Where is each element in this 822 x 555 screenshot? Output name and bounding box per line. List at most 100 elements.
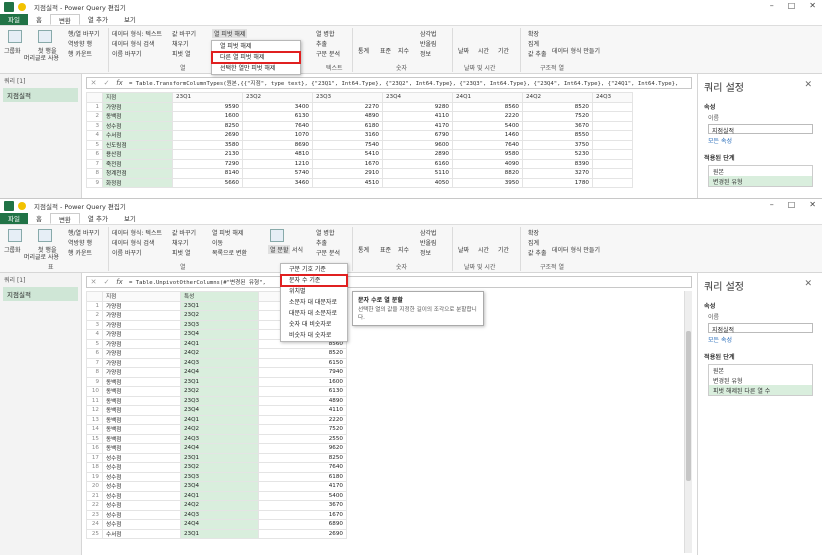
table-cell[interactable]: 가양점 [102, 357, 181, 368]
table-cell[interactable]: 23Q2 [180, 310, 259, 321]
column-header[interactable]: 23Q4 [382, 92, 453, 103]
table-cell[interactable]: 23Q1 [180, 452, 259, 463]
table-cell[interactable]: 수서점 [102, 130, 173, 141]
step-item[interactable]: 원본 [709, 166, 812, 176]
table-cell[interactable]: 8550 [522, 130, 593, 141]
table-cell[interactable]: 6790 [382, 130, 453, 141]
step-item[interactable]: 변경된 유형 [709, 375, 812, 385]
row-number[interactable]: 12 [86, 405, 103, 416]
table-cell[interactable]: 8560 [452, 101, 523, 112]
reverse-rows-button[interactable]: 역방향 행 [68, 39, 92, 48]
table-cell[interactable]: 1780 [522, 177, 593, 188]
data-type-dropdown[interactable]: 데이터 형식: 텍스트 [112, 29, 162, 38]
table-cell[interactable]: 3670 [258, 500, 347, 511]
column-header[interactable]: 지점 [102, 92, 173, 103]
row-number[interactable]: 5 [86, 139, 103, 150]
table-cell[interactable]: 5410 [312, 149, 383, 160]
table-cell[interactable]: 수서점 [102, 528, 181, 539]
table-cell[interactable]: 동백점 [102, 443, 181, 454]
row-number[interactable]: 5 [86, 338, 103, 349]
aggregate-button[interactable]: 집계 [528, 238, 539, 247]
table-cell[interactable]: 2270 [312, 101, 383, 112]
table-cell[interactable] [592, 111, 633, 122]
table-cell[interactable]: 24Q1 [180, 414, 259, 425]
row-number[interactable]: 1 [86, 300, 103, 311]
table-cell[interactable]: 6160 [382, 158, 453, 169]
table-cell[interactable]: 가양점 [102, 348, 181, 359]
table-cell[interactable]: 8520 [258, 348, 347, 359]
row-number[interactable]: 19 [86, 471, 103, 482]
table-cell[interactable]: 4170 [258, 481, 347, 492]
row-number[interactable]: 8 [86, 168, 103, 179]
table-cell[interactable]: 성수점 [102, 481, 181, 492]
tab-view[interactable]: 보기 [116, 213, 144, 224]
table-cell[interactable]: 23Q1 [180, 376, 259, 387]
unpivot-columns-button[interactable]: 열 피벗 해제 [212, 228, 243, 237]
table-cell[interactable]: 4110 [382, 111, 453, 122]
tab-home[interactable]: 홈 [28, 213, 50, 224]
all-properties-link[interactable]: 모든 속성 [698, 134, 822, 145]
table-cell[interactable]: 3270 [522, 168, 593, 179]
table-cell[interactable]: 9580 [452, 149, 523, 160]
aggregate-button[interactable]: 집계 [528, 39, 539, 48]
row-number[interactable]: 3 [86, 120, 103, 131]
formula-input[interactable]: = Table.UnpivotOtherColumns(#"변경된 유형", [126, 278, 691, 286]
table-cell[interactable]: 1600 [258, 376, 347, 387]
table-cell[interactable] [592, 120, 633, 131]
row-number[interactable]: 3 [86, 319, 103, 330]
scientific-button[interactable]: 지수 [398, 46, 409, 55]
create-data-type-button[interactable]: 데이터 형식 만들기 [552, 245, 600, 254]
query-item[interactable]: 지점실적 [3, 88, 78, 102]
tab-transform[interactable]: 변환 [49, 14, 80, 25]
data-type-dropdown[interactable]: 데이터 형식: 텍스트 [112, 228, 162, 237]
row-number[interactable]: 11 [86, 395, 103, 406]
row-number[interactable]: 22 [86, 500, 103, 511]
information-button[interactable]: 정보 [420, 248, 431, 257]
table-cell[interactable]: 23Q4 [180, 405, 259, 416]
tab-file[interactable]: 파일 [0, 14, 28, 25]
step-item[interactable]: 변경된 유형 [709, 176, 812, 186]
table-cell[interactable]: 23Q4 [180, 329, 259, 340]
row-number[interactable]: 7 [86, 158, 103, 169]
fill-button[interactable]: 채우기 [172, 238, 189, 247]
step-item[interactable]: 원본 [709, 365, 812, 375]
column-header[interactable]: 지점 [102, 291, 181, 302]
row-number[interactable]: 14 [86, 424, 103, 435]
table-cell[interactable]: 8390 [522, 158, 593, 169]
menu-unpivot-other-columns[interactable]: 다른 열 피벗 해제 [211, 51, 301, 64]
statistics-button[interactable]: 통계 [358, 46, 369, 55]
table-cell[interactable]: 4110 [258, 405, 347, 416]
table-cell[interactable]: 1600 [172, 111, 243, 122]
table-cell[interactable]: 성수점 [102, 490, 181, 501]
column-header[interactable]: 23Q1 [172, 92, 243, 103]
row-number[interactable]: 21 [86, 490, 103, 501]
row-number[interactable]: 25 [86, 528, 103, 539]
table-cell[interactable]: 3460 [242, 177, 313, 188]
table-cell[interactable]: 6180 [258, 471, 347, 482]
row-number[interactable]: 20 [86, 481, 103, 492]
scientific-button[interactable]: 지수 [398, 245, 409, 254]
table-cell[interactable]: 23Q3 [180, 471, 259, 482]
table-cell[interactable]: 2130 [172, 149, 243, 160]
table-cell[interactable]: 24Q2 [180, 500, 259, 511]
extract-button[interactable]: 추출 [316, 238, 327, 247]
menu-split-upper-to-lower[interactable]: 대문자 대 소문자로 [281, 308, 347, 319]
rename-button[interactable]: 이름 바꾸기 [112, 49, 142, 58]
row-number[interactable]: 24 [86, 519, 103, 530]
close-icon[interactable]: ✕ [809, 200, 816, 209]
row-number[interactable]: 2 [86, 111, 103, 122]
parse-button[interactable]: 구문 분석 [316, 49, 340, 58]
row-number[interactable]: 7 [86, 357, 103, 368]
table-cell[interactable]: 성수점 [102, 452, 181, 463]
table-cell[interactable]: 23Q1 [180, 300, 259, 311]
table-cell[interactable]: 9620 [258, 443, 347, 454]
reverse-rows-button[interactable]: 역방향 행 [68, 238, 92, 247]
split-column-button[interactable]: 열 분할 [268, 245, 291, 254]
table-cell[interactable]: 1210 [242, 158, 313, 169]
row-number[interactable]: 15 [86, 433, 103, 444]
table-cell[interactable]: 6180 [312, 120, 383, 131]
step-item[interactable]: 피벗 해제된 다른 열 수 [709, 385, 812, 395]
all-properties-link[interactable]: 모든 속성 [698, 333, 822, 344]
replace-values-button[interactable]: 값 바꾸기 [172, 228, 196, 237]
table-cell[interactable]: 4890 [258, 395, 347, 406]
